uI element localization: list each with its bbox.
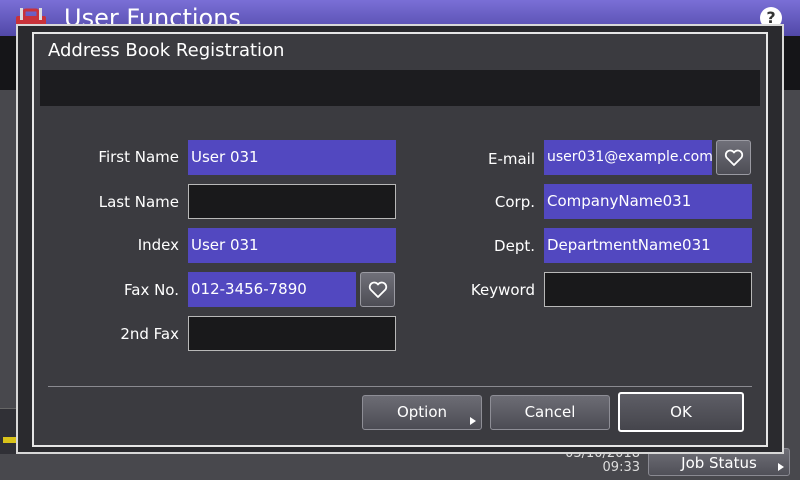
status-indicator — [3, 437, 16, 443]
second-fax-label: 2nd Fax — [120, 325, 179, 343]
ok-button[interactable]: OK — [618, 392, 744, 432]
dept-label: Dept. — [494, 237, 535, 255]
dept-field[interactable]: DepartmentName031 — [544, 228, 752, 263]
fax-no-field[interactable]: 012-3456-7890 — [188, 272, 356, 307]
job-status-label: Job Status — [681, 454, 757, 472]
option-label: Option — [396, 403, 448, 421]
fax-no-label: Fax No. — [124, 281, 179, 299]
index-field[interactable]: User 031 — [188, 228, 396, 263]
first-name-field[interactable]: User 031 — [188, 140, 396, 175]
fax-favorite-button[interactable] — [360, 272, 395, 307]
expand-arrow-icon — [470, 417, 476, 425]
dialog-title: Address Book Registration — [48, 40, 285, 61]
keyword-label: Keyword — [470, 281, 535, 299]
side-panel — [0, 408, 16, 454]
heart-icon — [724, 149, 744, 166]
heart-icon — [368, 281, 388, 298]
option-button[interactable]: Option — [362, 395, 482, 430]
last-name-label: Last Name — [98, 193, 179, 211]
index-label: Index — [137, 236, 179, 254]
second-fax-field[interactable] — [188, 316, 396, 351]
cancel-button[interactable]: Cancel — [490, 395, 610, 430]
corp-field[interactable]: CompanyName031 — [544, 184, 752, 219]
keyword-field[interactable] — [544, 272, 752, 307]
divider — [48, 386, 752, 387]
email-field[interactable]: user031@example.com — [544, 140, 712, 175]
time-display: 09:33 — [602, 460, 640, 475]
first-name-label: First Name — [98, 148, 179, 166]
expand-arrow-icon — [778, 463, 784, 471]
email-label: E-mail — [487, 150, 535, 168]
corp-label: Corp. — [494, 193, 535, 211]
last-name-field[interactable] — [188, 184, 396, 219]
message-bar — [40, 70, 760, 106]
email-favorite-button[interactable] — [716, 140, 751, 175]
